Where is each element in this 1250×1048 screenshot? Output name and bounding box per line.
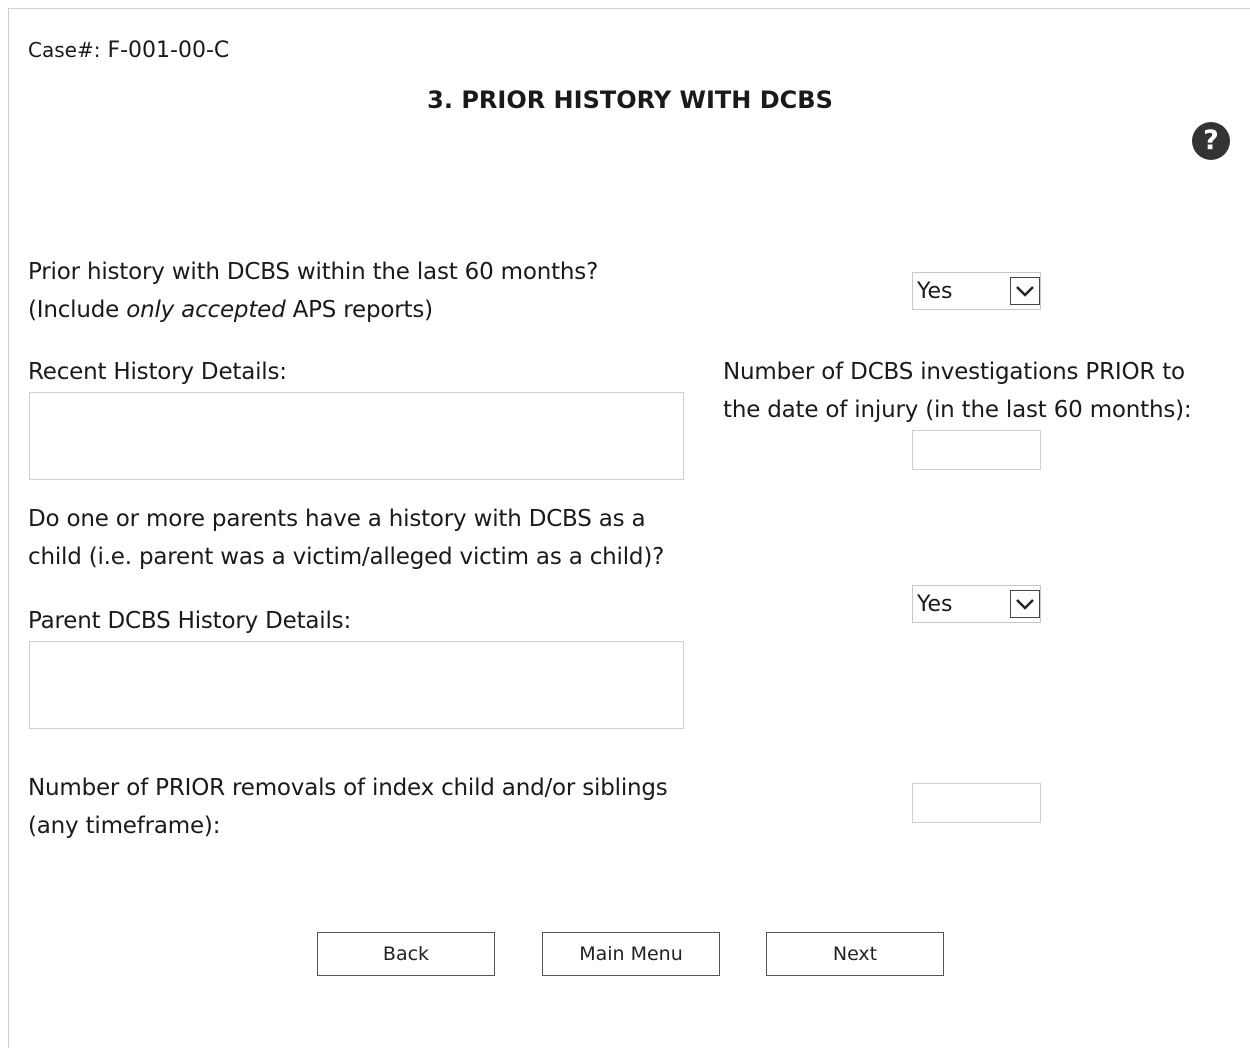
- parent-details-textarea[interactable]: [29, 641, 684, 729]
- case-number-line: Case#: F-001-00-C: [28, 32, 229, 69]
- prior-history-note: (Include only accepted APS reports): [28, 297, 433, 323]
- removals-count-input[interactable]: [912, 783, 1041, 823]
- parent-history-select[interactable]: Yes: [912, 585, 1041, 623]
- chevron-down-icon[interactable]: [1010, 277, 1040, 305]
- parent-history-question-line2: child (i.e. parent was a victim/alleged …: [28, 544, 665, 570]
- main-menu-button[interactable]: Main Menu: [542, 932, 720, 976]
- investigations-label-line1: Number of DCBS investigations PRIOR to: [723, 359, 1185, 385]
- removals-label-line1: Number of PRIOR removals of index child …: [28, 775, 668, 801]
- back-button[interactable]: Back: [317, 932, 495, 976]
- parent-details-label: Parent DCBS History Details:: [28, 608, 352, 634]
- help-icon[interactable]: ?: [1192, 122, 1230, 160]
- parent-history-selected-value: Yes: [917, 592, 953, 617]
- recent-history-label: Recent History Details:: [28, 359, 287, 385]
- recent-history-textarea[interactable]: [29, 392, 684, 480]
- prior-history-selected-value: Yes: [917, 279, 953, 304]
- prior-history-question: Prior history with DCBS within the last …: [28, 259, 599, 285]
- case-number: F-001-00-C: [107, 38, 230, 63]
- investigations-label-line2: the date of injury (in the last 60 month…: [723, 397, 1192, 423]
- page-title: 3. PRIOR HISTORY WITH DCBS: [427, 86, 833, 114]
- next-button[interactable]: Next: [766, 932, 944, 976]
- removals-label-line2: (any timeframe):: [28, 813, 221, 839]
- investigations-count-input[interactable]: [912, 430, 1041, 470]
- prior-history-select[interactable]: Yes: [912, 272, 1041, 310]
- chevron-down-icon[interactable]: [1010, 590, 1040, 618]
- case-label: Case#:: [28, 38, 101, 62]
- parent-history-question-line1: Do one or more parents have a history wi…: [28, 506, 646, 532]
